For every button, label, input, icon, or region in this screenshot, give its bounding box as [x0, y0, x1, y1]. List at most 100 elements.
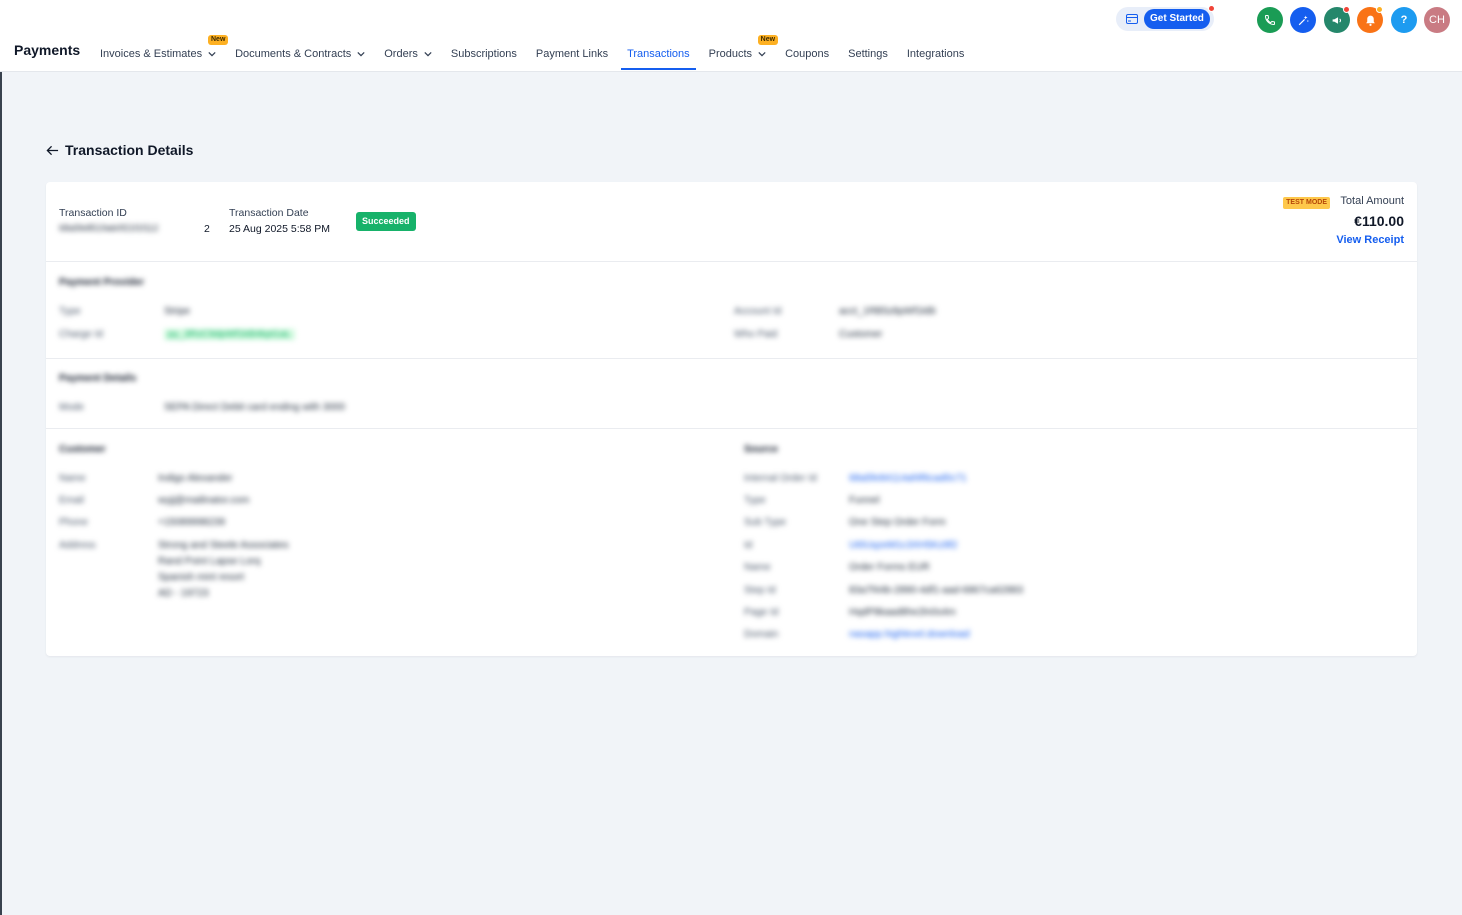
source-name-label: Name: [744, 562, 771, 573]
notification-dot: [1208, 5, 1215, 12]
source-domain-label: Domain: [744, 629, 779, 640]
customer-name-label: Name: [59, 473, 86, 484]
divider: [46, 261, 1417, 262]
nav-label: Products: [708, 48, 753, 60]
customer-address-line: Spanish mint resort: [158, 572, 245, 583]
megaphone-icon: [1332, 16, 1341, 24]
payment-details-heading: Payment Details: [59, 373, 137, 384]
transaction-card: Transaction ID 68a5fe8519ab0f21f1f112 2 …: [46, 182, 1417, 656]
divider: [46, 358, 1417, 359]
transaction-id-value: 68a5fe8519ab0f21f1f112: [59, 223, 159, 233]
provider-type-value: Stripe: [164, 306, 191, 317]
credit-card-icon: [1126, 14, 1138, 24]
source-domain-value[interactable]: nasapp.highlevel.download: [849, 629, 970, 640]
charge-id-label: Charge Id: [59, 329, 103, 340]
source-type-label: Type: [744, 495, 766, 506]
source-internal-id-value[interactable]: 68a5fe84114af4f6cad0c71: [849, 473, 967, 484]
account-id-value: acct_1RB5z8pWf1kBi: [839, 306, 936, 317]
source-internal-id-label: Internal Order Id: [744, 473, 817, 484]
source-page-label: Page Id: [744, 607, 779, 618]
app-title: Payments: [14, 42, 81, 58]
chevron-down-icon: [424, 51, 432, 57]
customer-email-value: wyjj@mailinator.com: [158, 495, 250, 506]
customer-heading: Customer: [59, 444, 106, 455]
transaction-id-last-char: 2: [204, 223, 210, 235]
customer-name-value: Indigo Alexander: [158, 473, 233, 484]
customer-email-label: Email: [59, 495, 85, 506]
nav-products[interactable]: New Products: [708, 35, 779, 72]
source-step-value: 83a7f44b-2890-4df1-aad-6867ca62883: [849, 585, 1024, 596]
divider: [46, 428, 1417, 429]
page-header: Transaction Details: [46, 142, 193, 158]
chevron-down-icon: [758, 51, 766, 57]
nav-label: Integrations: [906, 48, 965, 60]
test-mode-badge: TEST MODE: [1283, 197, 1330, 209]
total-amount-label: Total Amount: [1340, 195, 1404, 207]
nav-subscriptions[interactable]: Subscriptions: [451, 36, 517, 72]
nav-documents-contracts[interactable]: Documents & Contracts: [235, 36, 365, 72]
total-amount-value: €110.00: [1354, 213, 1404, 229]
nav-label: Documents & Contracts: [235, 48, 352, 60]
page-title: Transaction Details: [65, 142, 194, 158]
customer-phone-value: +15089998239: [158, 517, 226, 528]
customer-address-label: Address: [59, 540, 96, 551]
transaction-date-label: Transaction Date: [229, 207, 309, 219]
new-badge: New: [208, 35, 229, 45]
nav-orders[interactable]: Orders: [384, 36, 432, 72]
source-heading: Source: [744, 444, 778, 455]
source-id-value[interactable]: Ut0UqzeM1c3XH5Kz9f2: [849, 540, 957, 551]
phone-icon: [1264, 15, 1275, 26]
nav-integrations[interactable]: Integrations: [907, 36, 964, 72]
mode-label: Mode: [59, 402, 85, 413]
customer-address-line: AD - 19723: [158, 588, 209, 599]
customer-phone-label: Phone: [59, 517, 88, 528]
nav-label: Invoices & Estimates: [100, 48, 203, 60]
get-started-container: Get Started: [1116, 5, 1215, 31]
source-subtype-value: One Step Order Form: [849, 517, 946, 528]
nav-invoices-estimates[interactable]: New Invoices & Estimates: [100, 35, 229, 72]
new-badge: New: [757, 35, 779, 45]
notification-dot: [1343, 6, 1350, 13]
nav-transactions[interactable]: Transactions: [621, 36, 696, 72]
account-id-label: Account Id: [734, 306, 782, 317]
source-page-value: HqdP8kaad8he2ln0s4m: [849, 607, 956, 618]
source-name-value: Order Forms EUR: [849, 562, 930, 573]
source-id-label: Id: [744, 540, 753, 551]
nav-payment-links[interactable]: Payment Links: [536, 36, 608, 72]
help-button[interactable]: ?: [1391, 7, 1417, 33]
customer-address-line: Rand Point Lapse Lorq: [158, 556, 261, 567]
nav-label: Coupons: [785, 48, 830, 60]
get-started-button[interactable]: Get Started: [1144, 9, 1210, 29]
announcements-button[interactable]: [1324, 6, 1350, 33]
nav-coupons[interactable]: Coupons: [785, 36, 829, 72]
window-edge: [0, 72, 2, 915]
phone-button[interactable]: [1257, 7, 1283, 33]
status-badge: Succeeded: [356, 212, 416, 231]
who-paid-value: Customer: [839, 329, 883, 340]
magic-button[interactable]: [1290, 7, 1316, 33]
nav-label: Payment Links: [535, 48, 609, 60]
nav-label: Transactions: [627, 48, 690, 60]
chevron-down-icon: [208, 51, 216, 57]
source-step-label: Step Id: [744, 585, 776, 596]
who-paid-label: Who Paid: [734, 329, 778, 340]
main-nav: New Invoices & Estimates Documents & Con…: [100, 35, 983, 72]
provider-type-label: Type: [59, 306, 81, 317]
nav-label: Orders: [384, 48, 418, 60]
view-receipt-link[interactable]: View Receipt: [1336, 234, 1404, 246]
arrow-left-icon[interactable]: [46, 144, 59, 157]
chevron-down-icon: [357, 51, 365, 57]
source-type-value: Funnel: [849, 495, 880, 506]
mode-value: SEPA Direct Debit card ending with 3000: [164, 402, 346, 413]
transaction-date-value: 25 Aug 2025 5:58 PM: [229, 223, 330, 235]
nav-label: Subscriptions: [450, 48, 517, 60]
nav-settings[interactable]: Settings: [848, 36, 888, 72]
notification-dot: [1376, 6, 1383, 13]
avatar[interactable]: CH: [1424, 7, 1450, 33]
notifications-button[interactable]: [1357, 6, 1383, 33]
source-subtype-label: Sub Type: [744, 517, 787, 528]
magic-wand-icon: [1298, 15, 1308, 25]
payment-provider-heading: Payment Provider: [59, 277, 145, 288]
bell-icon: [1365, 15, 1375, 26]
charge-id-value[interactable]: py_3RzC9dpWf1kB4kpt1aL: [164, 329, 295, 340]
